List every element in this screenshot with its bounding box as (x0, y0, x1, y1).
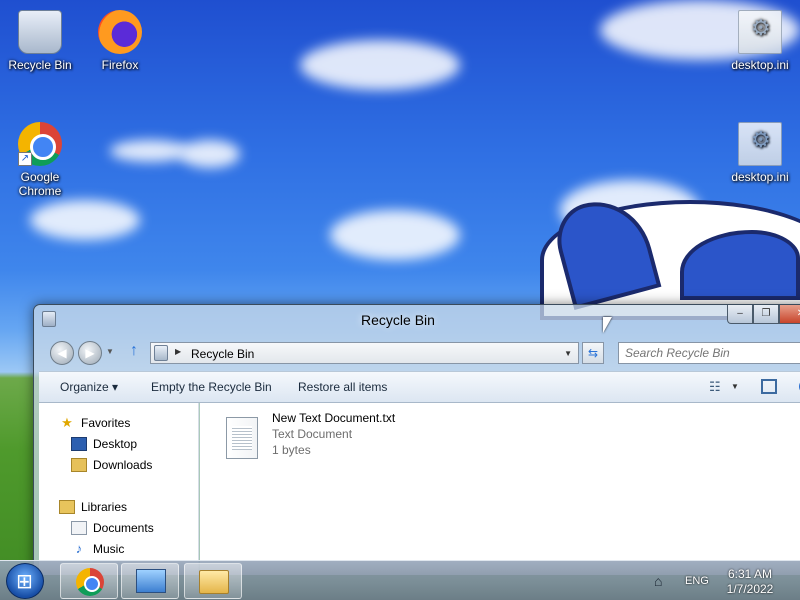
cloud (300, 40, 460, 90)
empty-recycle-bin-button[interactable]: Empty the Recycle Bin (151, 380, 272, 394)
chrome-icon: ↗ (18, 122, 62, 166)
recycle-bin-icon (18, 10, 62, 54)
cloud (110, 140, 190, 162)
view-dropdown-icon[interactable]: ▼ (731, 382, 739, 391)
clock[interactable]: 6:31 AM 1/7/2022 (722, 567, 778, 597)
desktop-icon (71, 437, 87, 451)
firefox-icon (98, 10, 142, 54)
title-bar[interactable]: Recycle Bin ‒ ❐ ✕ (34, 305, 800, 335)
cloud (30, 200, 140, 240)
breadcrumb[interactable]: Recycle Bin (191, 347, 254, 361)
clock-date: 1/7/2022 (726, 582, 774, 596)
desktop-icon-google-chrome[interactable]: ↗ Google Chrome (0, 122, 80, 198)
desktop-icon-desktop-ini[interactable]: desktop.ini (720, 122, 800, 184)
organize-button[interactable]: Organize ▾ (60, 380, 118, 394)
file-item[interactable]: New Text Document.txt Text Document 1 by… (226, 411, 446, 463)
taskbar-explorer-button[interactable] (184, 563, 242, 599)
settings-file-icon (738, 122, 782, 166)
restore-all-items-button[interactable]: Restore all items (298, 380, 387, 394)
desktop-icon-label: desktop.ini (731, 58, 789, 72)
mouse-cursor-icon (603, 317, 612, 333)
downloads-folder-icon (71, 458, 87, 472)
network-icon[interactable]: ⌂ (654, 573, 670, 589)
desktop-icon-label: Recycle Bin (8, 58, 72, 72)
desktop-icon-label: Firefox (101, 58, 139, 72)
language-indicator[interactable]: ENG (685, 575, 709, 587)
recycle-bin-icon (154, 345, 168, 361)
up-arrow-icon[interactable]: ↑ (130, 342, 138, 360)
libraries-icon (59, 500, 75, 514)
refresh-button[interactable]: ⇆ (582, 342, 604, 364)
chrome-icon (76, 568, 104, 596)
search-box[interactable] (618, 342, 800, 364)
cloud (330, 210, 460, 260)
command-bar: Organize ▾ Empty the Recycle Bin Restore… (39, 371, 800, 403)
recent-pages-dropdown[interactable]: ▼ (106, 347, 114, 356)
explorer-window[interactable]: Recycle Bin ‒ ❐ ✕ ◀ ▶ ▼ ↑ ▶ Recycle Bin … (33, 304, 800, 575)
minimize-button[interactable]: ‒ (727, 305, 753, 324)
nav-item-label: Music (93, 542, 125, 556)
taskbar: ⌂ ENG 6:31 AM 1/7/2022 (0, 560, 800, 600)
cloud (180, 140, 240, 168)
desktop-icon-recycle-bin[interactable]: Recycle Bin (0, 10, 80, 72)
text-file-icon (226, 417, 258, 459)
file-name: New Text Document.txt (272, 411, 396, 425)
nav-item-label: Downloads (93, 458, 153, 472)
file-type: Text Document (272, 427, 353, 441)
desktop-icon-label: Google Chrome (18, 170, 62, 198)
change-view-icon[interactable]: ☷ (709, 379, 727, 395)
nav-item-label: Documents (93, 521, 154, 535)
preview-pane-button[interactable] (761, 379, 777, 394)
desktop-icon-firefox[interactable]: Firefox (80, 10, 160, 72)
address-dropdown-icon[interactable]: ▼ (564, 349, 572, 358)
control-panel-icon (136, 569, 166, 593)
search-input[interactable] (619, 343, 800, 363)
taskbar-control-panel-button[interactable] (121, 563, 179, 599)
shortcut-arrow-icon: ↗ (18, 152, 32, 166)
folder-icon (199, 570, 229, 594)
nav-item-label: Favorites (81, 416, 131, 430)
close-button[interactable]: ✕ (779, 305, 800, 324)
taskbar-chrome-button[interactable] (60, 563, 118, 599)
window-title: Recycle Bin (361, 312, 435, 328)
clock-time: 6:31 AM (727, 567, 773, 581)
desktop-icon-label: desktop.ini (731, 170, 789, 184)
star-icon: ★ (61, 415, 73, 430)
back-button[interactable]: ◀ (50, 341, 74, 365)
nav-item-label: Desktop (93, 437, 138, 451)
file-list: New Text Document.txt Text Document 1 by… (200, 403, 800, 575)
forward-button[interactable]: ▶ (78, 341, 102, 365)
start-button[interactable] (6, 563, 44, 599)
nav-item-label: Libraries (81, 500, 128, 514)
file-size: 1 bytes (272, 443, 311, 457)
maximize-button[interactable]: ❐ (753, 305, 779, 324)
address-row: ◀ ▶ ▼ ↑ ▶ Recycle Bin ▼ ⇆ (34, 337, 800, 367)
address-bar[interactable]: ▶ Recycle Bin ▼ (150, 342, 579, 364)
documents-icon (71, 521, 87, 535)
desktop-icon-desktop-ini[interactable]: desktop.ini (720, 10, 800, 72)
settings-file-icon (738, 10, 782, 54)
music-note-icon: ♪ (75, 541, 83, 556)
navigation-pane: ★ Favorites Desktop Downloads Libraries … (39, 403, 199, 575)
breadcrumb-arrow-icon[interactable]: ▶ (175, 347, 181, 356)
